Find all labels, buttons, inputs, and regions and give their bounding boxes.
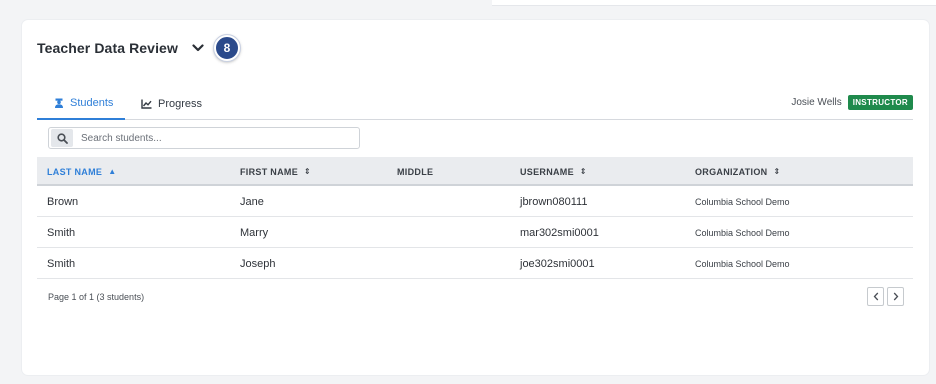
pagination-controls <box>867 287 904 306</box>
cell-username: joe302smi0001 <box>520 257 595 270</box>
cell-organization: Columbia School Demo <box>695 258 790 269</box>
column-label: ORGANIZATION <box>695 166 768 177</box>
cell-last-name: Brown <box>47 195 79 208</box>
tab-progress-label: Progress <box>158 97 203 110</box>
sort-icon: ⇕ <box>304 167 312 176</box>
teacher-data-review-panel: Teacher Data Review 8 Students Progress … <box>22 20 929 375</box>
tab-bar: Students Progress Josie Wells INSTRUCTOR <box>37 87 913 120</box>
sort-asc-icon: ▲ <box>108 167 117 176</box>
column-header-first-name[interactable]: FIRST NAME ⇕ <box>240 157 311 186</box>
next-page-button[interactable] <box>887 287 904 306</box>
column-header-username[interactable]: USERNAME ⇕ <box>520 157 587 186</box>
search-input[interactable] <box>81 132 351 144</box>
sort-icon: ⇕ <box>579 167 587 176</box>
column-label: FIRST NAME <box>240 166 298 177</box>
column-label: LAST NAME <box>47 166 103 177</box>
tab-progress[interactable]: Progress <box>141 87 202 120</box>
chevron-down-icon[interactable] <box>190 40 206 56</box>
cell-first-name: Jane <box>240 195 264 208</box>
cell-username: mar302smi0001 <box>520 226 599 239</box>
column-header-organization[interactable]: ORGANIZATION ⇕ <box>695 157 780 186</box>
search-icon[interactable] <box>51 129 73 147</box>
cell-first-name: Marry <box>240 226 269 239</box>
search-box <box>48 127 360 149</box>
chevron-left-icon <box>873 292 878 301</box>
user-info: Josie Wells INSTRUCTOR <box>791 95 913 110</box>
notification-badge: 8 <box>212 34 241 62</box>
page-title: Teacher Data Review <box>37 40 178 56</box>
table-row[interactable]: Brown Jane jbrown080111 Columbia School … <box>37 186 913 217</box>
sort-icon: ⇕ <box>773 167 781 176</box>
column-label: USERNAME <box>520 166 574 177</box>
cell-first-name: Joseph <box>240 257 276 270</box>
students-table: LAST NAME ▲ FIRST NAME ⇕ MIDDLE USERNAME… <box>37 157 913 279</box>
table-row[interactable]: Smith Joseph joe302smi0001 Columbia Scho… <box>37 248 913 279</box>
student-icon <box>54 98 64 108</box>
prev-page-button[interactable] <box>867 287 884 306</box>
table-header: LAST NAME ▲ FIRST NAME ⇕ MIDDLE USERNAME… <box>37 157 913 186</box>
column-header-last-name[interactable]: LAST NAME ▲ <box>47 157 116 186</box>
pagination-info: Page 1 of 1 (3 students) <box>48 292 145 302</box>
chart-line-icon <box>141 99 152 109</box>
cell-last-name: Smith <box>47 226 76 239</box>
panel-header: Teacher Data Review 8 <box>37 34 241 62</box>
cell-organization: Columbia School Demo <box>695 227 790 238</box>
table-row[interactable]: Smith Marry mar302smi0001 Columbia Schoo… <box>37 217 913 248</box>
tab-students-label: Students <box>70 96 114 109</box>
cell-organization: Columbia School Demo <box>695 196 790 207</box>
top-strip <box>492 0 936 6</box>
tab-students[interactable]: Students <box>37 87 125 120</box>
role-badge: INSTRUCTOR <box>847 95 913 110</box>
cell-last-name: Smith <box>47 257 76 270</box>
column-header-middle: MIDDLE <box>397 157 433 186</box>
column-label: MIDDLE <box>397 166 434 177</box>
cell-username: jbrown080111 <box>520 195 588 208</box>
chevron-right-icon <box>893 292 898 301</box>
user-name: Josie Wells <box>791 97 842 108</box>
